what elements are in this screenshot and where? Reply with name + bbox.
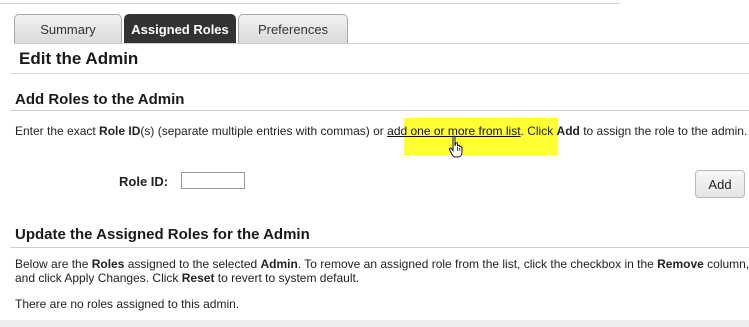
add-button[interactable]: Add [695,170,745,198]
page-title: Edit the Admin [19,49,139,68]
role-id-label: Role ID: [119,174,169,189]
no-roles-message: There are no roles assigned to this admi… [15,297,240,311]
add-roles-divider [10,110,749,111]
bottom-bar [0,320,749,327]
instructions-bold-add: Add [556,124,580,138]
tab-bar-divider [14,43,749,44]
instructions-text: assigned to the selected [124,257,261,271]
instructions-text: Enter the exact [15,124,100,138]
tab-bar: Summary Assigned Roles Preferences [14,14,348,44]
instructions-text: . To remove an assigned role from the li… [297,257,658,271]
instructions-bold-admin: Admin [260,257,298,271]
tab-summary[interactable]: Summary [14,14,122,44]
tab-preferences[interactable]: Preferences [238,14,348,44]
instructions-text: . Click [520,124,557,138]
update-roles-instructions: Below are the Roles assigned to the sele… [15,257,749,285]
instructions-text: Below are the [15,257,92,271]
instructions-bold-roles: Roles [91,257,125,271]
add-roles-heading: Add Roles to the Admin [15,91,185,108]
instructions-bold-remove: Remove [657,257,704,271]
update-roles-heading: Update the Assigned Roles for the Admin [15,226,310,243]
hand-pointer-icon [448,135,463,158]
instructions-text: (s) (separate multiple entries with comm… [140,124,388,138]
instructions-bold-role-id: Role ID [99,124,141,138]
tab-assigned-roles[interactable]: Assigned Roles [124,14,236,44]
instructions-bold-reset: Reset [181,271,215,285]
title-divider [10,73,749,74]
add-roles-instructions: Enter the exact Role ID(s) (separate mul… [15,124,749,138]
role-id-input[interactable] [181,172,245,189]
update-roles-divider [10,247,749,248]
top-border [0,0,620,4]
instructions-text: to revert to system default. [214,271,360,285]
instructions-text: to assign the role to the admin. [579,124,748,138]
